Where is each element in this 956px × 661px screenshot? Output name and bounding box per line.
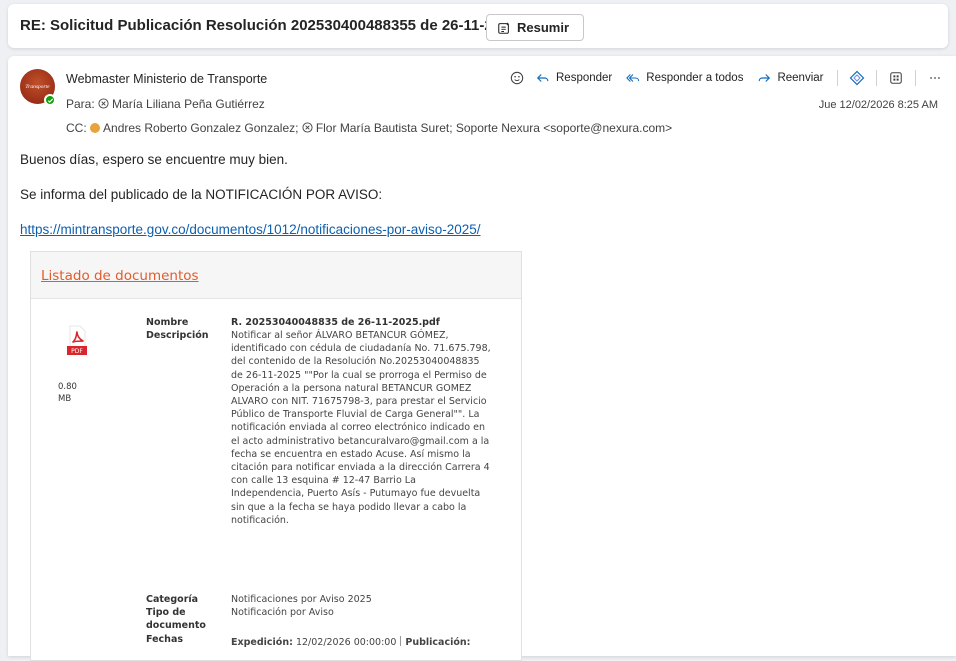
divider	[400, 636, 402, 646]
value-tipo: Notificación por Aviso	[231, 607, 334, 618]
label-fechas: Fechas	[146, 634, 184, 645]
reply-all-icon	[626, 74, 640, 82]
document-list-header: Listado de documentos	[31, 252, 521, 299]
forward-button[interactable]: Reenviar	[757, 71, 823, 85]
recipient-cc[interactable]: Andres Roberto Gonzalez Gonzalez;	[103, 121, 298, 135]
reply-button[interactable]: Responder	[536, 71, 612, 85]
pdf-file-icon[interactable]: PDF	[66, 324, 88, 358]
recipient-cc[interactable]: Soporte Nexura <soporte@nexura.com>	[456, 121, 672, 135]
x-circle-icon	[98, 98, 109, 109]
recipient-cc[interactable]: Flor María Bautista Suret;	[316, 121, 453, 135]
message-card: Transporte Webmaster Ministerio de Trans…	[8, 56, 956, 661]
summarize-button[interactable]: Resumir	[486, 14, 585, 41]
apps-button[interactable]	[887, 69, 905, 87]
value-descripcion: Notificar al señor ÁLVARO BETANCUR GÓMEZ…	[231, 330, 491, 526]
subject-bar: RE: Solicitud Publicación Resolución 202…	[8, 4, 948, 48]
cc-label: CC:	[66, 121, 87, 135]
divider	[837, 70, 839, 86]
divider	[876, 70, 878, 86]
reply-icon	[536, 74, 549, 82]
value-nombre[interactable]: R. 20253040048835 de 26-11-2025.pdf	[231, 316, 491, 329]
reply-all-button[interactable]: Responder a todos	[626, 71, 743, 85]
expedicion-value: 12/02/2026 00:00:00	[295, 637, 397, 648]
publicacion-label: Publicación:	[405, 637, 471, 648]
expedicion-label: Expedición:	[231, 637, 293, 648]
divider	[915, 70, 917, 86]
forward-label: Reenviar	[777, 72, 824, 84]
more-actions-button[interactable]	[926, 69, 944, 87]
to-label: Para:	[66, 97, 95, 111]
copilot-icon	[850, 70, 865, 86]
presence-available-icon	[44, 94, 56, 106]
label-nombre: Nombre	[146, 317, 189, 328]
copilot-button[interactable]	[848, 69, 866, 87]
sender-name[interactable]: Webmaster Ministerio de Transporte	[66, 72, 267, 86]
recipient-to[interactable]: María Liliana Peña Gutiérrez	[112, 97, 265, 111]
x-circle-icon	[302, 122, 313, 133]
more-icon	[930, 77, 941, 79]
notification-link[interactable]: https://mintransporte.gov.co/documentos/…	[20, 222, 481, 237]
message-date: Jue 12/02/2026 8:25 AM	[818, 99, 938, 111]
summarize-icon	[498, 21, 510, 34]
emoji-reaction-button[interactable]	[508, 69, 526, 87]
value-fechas: Expedición: 12/02/2026 00:00:00 Publicaci…	[231, 636, 521, 649]
avatar-text: Transporte	[25, 83, 50, 90]
email-subject: RE: Solicitud Publicación Resolución 202…	[20, 17, 518, 34]
svg-text:PDF: PDF	[71, 348, 83, 355]
message-actions: Responder Responder a todos Reenviar	[508, 68, 954, 88]
reply-label: Responder	[556, 72, 613, 84]
cc-line: CC: Andres Roberto Gonzalez Gonzalez; Fl…	[66, 121, 672, 135]
value-categoria: Notificaciones por Aviso 2025	[231, 594, 372, 605]
label-descripcion: Descripción	[146, 330, 209, 341]
document-list-card: Listado de documentos PDF 0.80 MB Nombre…	[30, 251, 522, 661]
label-categoria: Categoría	[146, 594, 199, 605]
label-tipo-2: documento	[146, 620, 206, 631]
to-line: Para: María Liliana Peña Gutiérrez	[66, 97, 265, 111]
reply-all-label: Responder a todos	[646, 72, 744, 84]
apps-icon	[890, 72, 903, 84]
warning-icon	[90, 123, 101, 133]
body-greeting: Buenos días, espero se encuentre muy bie…	[20, 152, 288, 167]
smiley-icon	[510, 71, 524, 85]
forward-icon	[759, 74, 771, 82]
document-list-link[interactable]: Listado de documentos	[41, 268, 199, 284]
body-info: Se informa del publicado de la NOTIFICAC…	[20, 187, 383, 202]
label-tipo-1: Tipo de	[146, 607, 186, 618]
summarize-label: Resumir	[517, 20, 570, 35]
file-size: 0.80 MB	[58, 382, 77, 404]
